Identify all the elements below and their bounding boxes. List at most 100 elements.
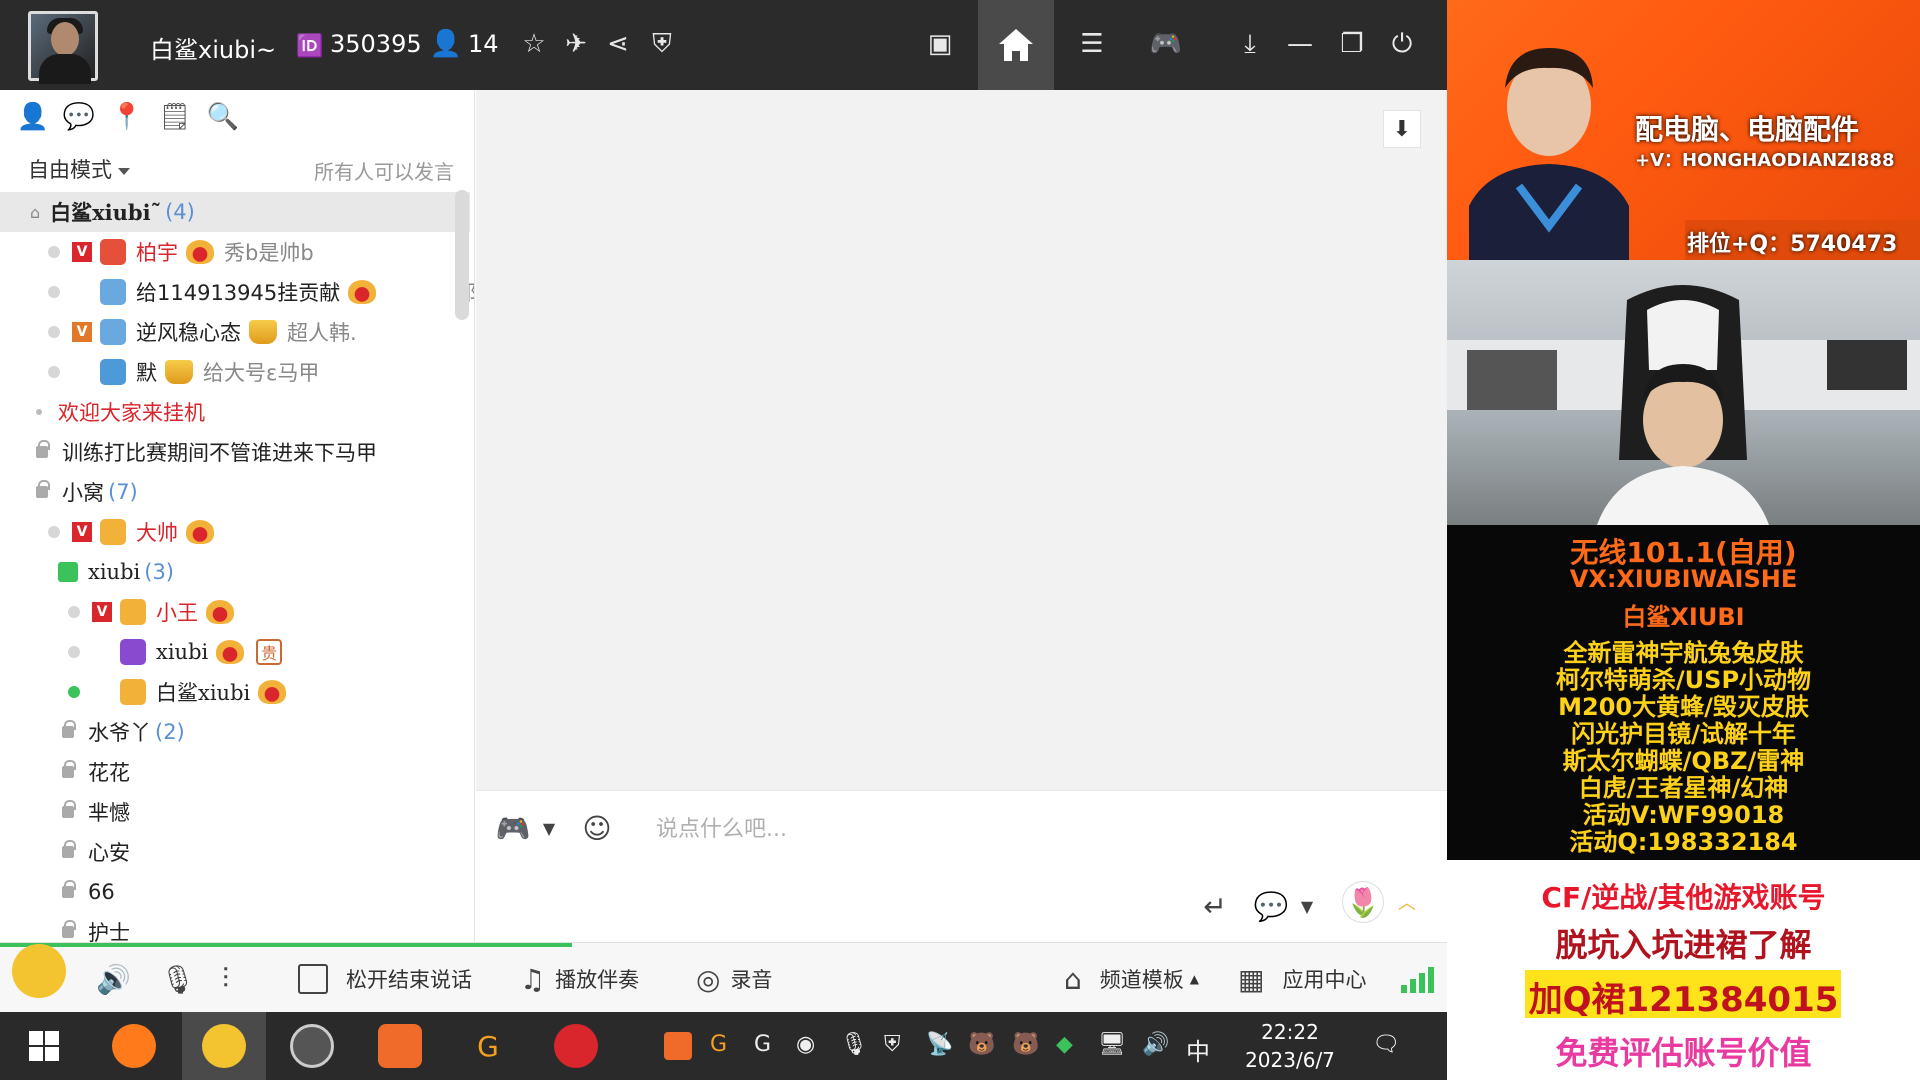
font-style-icon[interactable]: ☺	[576, 807, 618, 849]
restore-icon[interactable]: ❐	[1334, 26, 1370, 62]
tray-network-icon[interactable]: 🖥	[1098, 1032, 1126, 1057]
scroll-to-bottom-button[interactable]: ⬇	[1383, 110, 1421, 148]
send-enter-icon[interactable]: ↵	[1194, 885, 1236, 927]
chat-bubble-icon[interactable]: 💬	[62, 100, 96, 134]
ime-indicator[interactable]: 中	[1186, 1032, 1210, 1067]
subchannel-row[interactable]: 护士	[0, 912, 470, 942]
sponsor-banner: 配电脑、电脑配件 +V：HONGHAODIANZI888 排位+Q：574047…	[1447, 0, 1920, 260]
member-count: (4)	[165, 200, 195, 224]
tray-shield-icon[interactable]: ⛨	[884, 1032, 901, 1057]
signal-bar	[1428, 967, 1434, 993]
subchannel-row[interactable]: 训练打比赛期间不管谁进来下马甲	[0, 432, 470, 472]
member-row[interactable]: 给114913945挂贡献 祁	[0, 272, 474, 312]
airplane-icon[interactable]: ✈	[558, 26, 594, 62]
equalizer-button[interactable]: ⫶	[222, 959, 239, 999]
subchannel-row[interactable]: 心安	[0, 832, 470, 872]
minimize-to-tray-icon[interactable]: ⤓	[1232, 26, 1268, 62]
notification-icon[interactable]: 🗨	[1372, 1032, 1400, 1057]
crown-icon	[249, 320, 277, 344]
subchannel-row[interactable]: 水爷丫 (2)	[0, 712, 470, 752]
release-to-end-toggle[interactable]: 松开结束说话	[298, 959, 472, 999]
speaker-icon: 🔊	[96, 962, 131, 996]
signal-bar	[1410, 979, 1416, 993]
speaker-button[interactable]: 🔊	[96, 959, 141, 999]
member-row[interactable]: V 大帅	[0, 512, 470, 552]
search-icon[interactable]: 🔍	[206, 100, 240, 134]
yy-taskbar-icon[interactable]	[202, 1024, 246, 1068]
tray-g2-icon[interactable]: G	[754, 1032, 771, 1057]
location-pin-icon[interactable]: 📍	[110, 100, 144, 134]
subchannel-row[interactable]: 欢迎大家来挂机	[0, 392, 470, 432]
member-row[interactable]: xiubi 贵	[0, 632, 470, 672]
yy-logo-icon[interactable]	[12, 944, 66, 998]
tray-bear2-icon[interactable]: 🐻	[1012, 1032, 1039, 1057]
tray-volume-icon[interactable]: 🔊	[1142, 1032, 1169, 1057]
chat-input[interactable]	[656, 809, 1256, 849]
clock-date: 2023/6/7	[1245, 1048, 1335, 1072]
tray-nvidia-icon[interactable]: ◆	[1056, 1032, 1073, 1057]
lock-icon	[62, 920, 76, 938]
caret-up-icon: ▲	[1189, 972, 1200, 986]
chevron-down-icon[interactable]: ▼	[528, 807, 570, 849]
subchannel-row[interactable]: 小窝 (7)	[0, 472, 470, 512]
subchannel-row[interactable]: 芈憾	[0, 792, 470, 832]
taskbar-clock[interactable]: 22:22 2023/6/7	[1240, 1018, 1340, 1074]
subchannel-name: 小窝	[62, 481, 104, 505]
start-button[interactable]	[22, 1024, 66, 1068]
video-icon[interactable]: ▣	[922, 26, 958, 62]
member-row[interactable]: 白鲨xiubi	[0, 672, 470, 712]
star-icon[interactable]: ☆	[516, 26, 552, 62]
tray-microphone-icon[interactable]: 🎙	[840, 1032, 868, 1057]
play-accompaniment-button[interactable]: ♫ 播放伴奏	[520, 959, 639, 999]
subchannel-name: 芈憾	[88, 801, 130, 825]
username[interactable]: 白鲨xiubi~	[150, 30, 276, 65]
record-button[interactable]: ◎ 录音	[696, 959, 772, 999]
avatar-body	[39, 54, 91, 84]
subchannel-row[interactable]: 66	[0, 872, 470, 912]
home-icon	[999, 29, 1033, 61]
tray-obs-icon[interactable]: ◉	[796, 1032, 815, 1057]
role-icon	[100, 359, 126, 385]
obs-icon[interactable]	[290, 1024, 334, 1068]
power-icon[interactable]: ⏻	[1384, 26, 1420, 62]
chevron-up-icon[interactable]: ︿	[1386, 881, 1428, 923]
subchannel-row[interactable]: xiubi (3)	[0, 552, 470, 592]
tree-scrollbar[interactable]	[455, 190, 469, 320]
flower-gift-icon[interactable]: 🌷	[1342, 881, 1384, 923]
member-count: (7)	[108, 480, 138, 504]
member-row[interactable]: V 柏宇 秀b是帅b	[0, 232, 470, 272]
crown-icon	[348, 280, 377, 304]
app-center-button[interactable]: ▦ 应用中心	[1238, 959, 1366, 999]
mode-selector[interactable]: 自由模式	[28, 154, 130, 184]
account-ad-board: 无线101.1(自用) VX:XIUBIWAISHE 白鲨XIUBI 全新雷神宇…	[1447, 525, 1920, 860]
signal-bar	[1401, 985, 1407, 993]
channel-template-button[interactable]: ⌂ 频道模板 ▲	[1064, 959, 1199, 999]
subchannel-row[interactable]: 花花	[0, 752, 470, 792]
gamepad-icon[interactable]: 🎮	[1148, 26, 1184, 62]
tray-satellite-icon[interactable]: 📡	[926, 1032, 953, 1057]
tray-g-icon[interactable]: G	[710, 1032, 727, 1057]
minimize-icon[interactable]: —	[1282, 26, 1318, 62]
tray-bear-icon[interactable]: 🐻	[968, 1032, 995, 1057]
user-icon[interactable]: 👤	[16, 100, 50, 134]
notes-icon[interactable]: 🗒	[158, 100, 192, 134]
channel-template-label: 频道模板	[1099, 968, 1184, 992]
firefox-icon[interactable]	[112, 1024, 156, 1068]
tray-app-icon[interactable]	[664, 1032, 692, 1060]
member-signature: 秀b是帅b	[224, 241, 314, 265]
member-row[interactable]: V 逆风稳心态 超人韩.	[0, 312, 470, 352]
shield-alert-icon[interactable]: ⛨	[644, 26, 680, 62]
microphone-button[interactable]: 🎙	[160, 959, 206, 999]
g-app-icon[interactable]: G	[466, 1024, 510, 1068]
game-app-icon[interactable]	[554, 1024, 598, 1068]
chevron-down-icon[interactable]: ▼	[1286, 885, 1328, 927]
member-row[interactable]: 默 给大号ε马甲	[0, 352, 470, 392]
list-icon[interactable]: ☰	[1074, 26, 1110, 62]
home-tab[interactable]	[978, 0, 1054, 90]
app-orange-icon[interactable]	[378, 1024, 422, 1068]
share-icon[interactable]: ⋖	[600, 26, 636, 62]
channel-root[interactable]: ⌂ 白鲨xiubi˜ (4)	[0, 192, 470, 232]
grid-icon: ▦	[1238, 962, 1265, 996]
user-avatar[interactable]	[13, 11, 117, 84]
member-row[interactable]: V 小王	[0, 592, 470, 632]
